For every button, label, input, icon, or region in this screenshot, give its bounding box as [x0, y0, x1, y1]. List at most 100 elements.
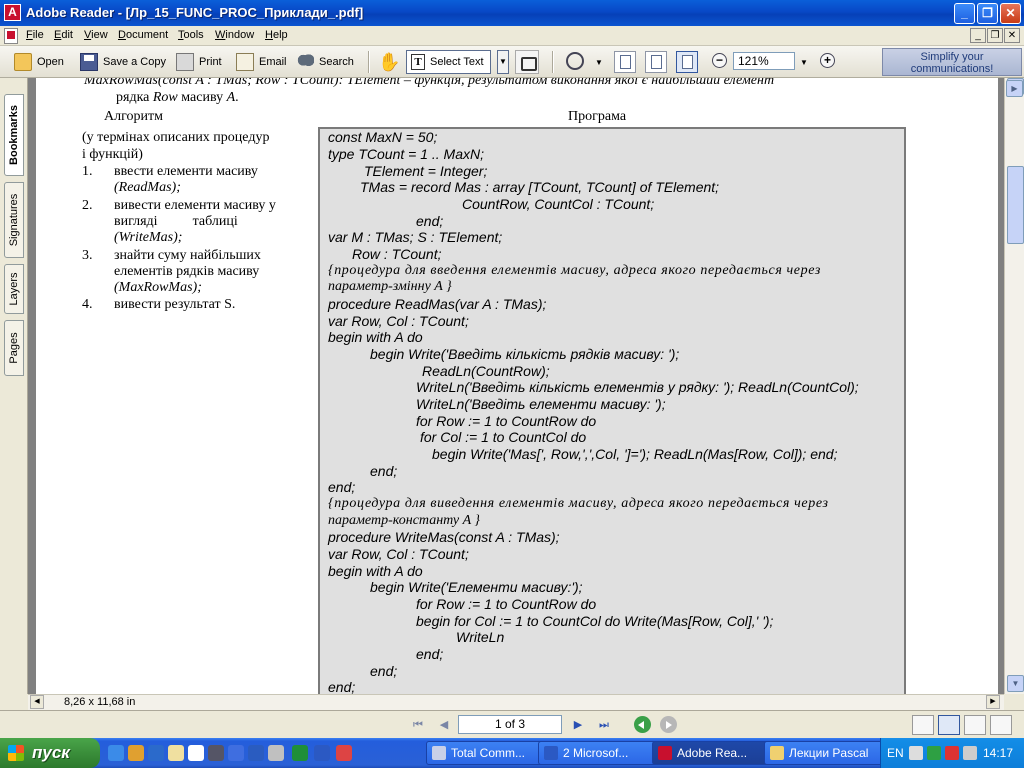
shield-icon[interactable] [945, 746, 959, 760]
access-icon[interactable] [336, 745, 352, 761]
doc-close-button[interactable]: ✕ [1004, 28, 1020, 43]
continuous-facing-layout-icon[interactable] [990, 715, 1012, 735]
clock-app-icon[interactable] [188, 745, 204, 761]
code-line: type TCount = 1 .. MaxN; [328, 146, 485, 162]
close-button[interactable]: ✕ [1000, 3, 1021, 24]
menu-window[interactable]: Window [215, 29, 254, 41]
code-line: begin with A do [328, 329, 423, 345]
document-viewport[interactable]: MaxRowMas(const A : TMas; Row : TCount):… [28, 78, 1004, 694]
zoom-tool-dropdown[interactable]: ▼ [595, 50, 603, 74]
network-icon[interactable] [927, 746, 941, 760]
task-lectures-pascal[interactable]: Лекции Pascal [764, 741, 884, 765]
doc-restore-button[interactable]: ❐ [987, 28, 1003, 43]
email-button[interactable]: Email [236, 50, 287, 74]
zoom-level-input[interactable]: 121% [733, 52, 795, 70]
search-button[interactable]: Search [296, 50, 354, 74]
print-button[interactable]: Print [176, 50, 222, 74]
step-text: знайти суму найбільших [114, 248, 261, 263]
word-doc-icon[interactable] [228, 745, 244, 761]
maximize-button[interactable]: ❐ [977, 3, 998, 24]
vertical-scrollbar[interactable]: ▲ ▼ [1004, 78, 1024, 694]
toolbar-separator [552, 51, 554, 73]
code-line: WriteLn('Введіть елементи масиву: '); [416, 396, 666, 412]
snapshot-tool-icon[interactable] [515, 50, 539, 74]
explorer-icon[interactable] [148, 745, 164, 761]
excel-icon[interactable] [292, 745, 308, 761]
step-text: (WriteMas); [114, 230, 183, 245]
minimize-button[interactable]: _ [954, 3, 975, 24]
outlook-icon[interactable] [248, 745, 264, 761]
scroll-down-button[interactable]: ▼ [1007, 675, 1024, 692]
last-page-button[interactable]: ⏭ [596, 717, 612, 733]
open-button[interactable]: Open [14, 50, 64, 74]
menu-document[interactable]: Document [118, 29, 168, 41]
task-adobe-reader[interactable]: Adobe Rea... [652, 741, 772, 765]
menu-edit[interactable]: Edit [54, 29, 73, 41]
word-icon[interactable] [314, 745, 330, 761]
adobe-reader-icon: A [4, 4, 21, 21]
promo-banner[interactable]: Simplify your communications! [882, 48, 1022, 76]
select-text-tool[interactable]: T Select Text [406, 50, 491, 74]
zoom-level-dropdown[interactable]: ▼ [800, 50, 808, 74]
step-text: (ReadMas); [114, 180, 181, 195]
first-page-button[interactable]: ⏮ [410, 717, 426, 733]
skype-icon[interactable] [108, 745, 124, 761]
single-page-layout-icon[interactable] [912, 715, 934, 735]
document-icon[interactable] [4, 28, 18, 44]
tab-pages[interactable]: Pages [4, 320, 24, 376]
adobe-reader-window: A Adobe Reader - [Лр_15_FUNC_PROC_Прикла… [0, 0, 1024, 738]
previous-view-button[interactable] [634, 716, 651, 733]
tab-signatures[interactable]: Signatures [4, 182, 24, 258]
tab-layers[interactable]: Layers [4, 264, 24, 314]
nav-pane-expand-icon[interactable]: ▶ [1006, 80, 1023, 97]
menu-help[interactable]: Help [265, 29, 288, 41]
media-icon[interactable] [208, 745, 224, 761]
menu-tools[interactable]: Tools [178, 29, 204, 41]
scroll-left-button[interactable]: ◀ [30, 695, 44, 709]
menu-file[interactable]: File [26, 29, 44, 41]
page-number-field[interactable]: 1 of 3 [458, 715, 562, 734]
task-microsoft-word[interactable]: 2 Microsof... [538, 741, 658, 765]
previous-page-button[interactable]: ◀ [436, 717, 452, 733]
algorithm-intro: і функцій) [82, 147, 143, 162]
code-line: end; [370, 463, 398, 479]
menu-view[interactable]: View [84, 29, 108, 41]
fit-page-icon[interactable] [645, 51, 667, 73]
fit-width-icon[interactable] [676, 51, 698, 73]
facing-layout-icon[interactable] [964, 715, 986, 735]
scroll-right-button[interactable]: ▶ [986, 695, 1000, 709]
task-total-commander[interactable]: Total Comm... [426, 741, 546, 765]
algorithm-header: Алгоритм [104, 109, 163, 124]
step-text: ввести елементи масиву [114, 164, 258, 179]
code-line: begin Write('Введіть кількість рядків ма… [370, 346, 680, 362]
quicklaunch-icon[interactable] [128, 745, 144, 761]
actual-size-icon[interactable] [614, 51, 636, 73]
doc-minimize-button[interactable]: _ [970, 28, 986, 43]
windows-taskbar: пуск Total Comm... 2 Microsof... Adobe R… [0, 738, 1024, 768]
code-line: procedure WriteMas(const A : TMas); [328, 529, 560, 545]
continuous-layout-icon[interactable] [938, 715, 960, 735]
save-copy-button[interactable]: Save a Copy [80, 50, 166, 74]
code-line: var M : TMas; S : TElement; [328, 229, 503, 245]
zoom-in-tool-icon[interactable] [566, 52, 584, 70]
horizontal-scrollbar[interactable]: ◀ 8,26 x 11,68 in ▶ [28, 694, 1004, 710]
language-indicator[interactable]: EN [887, 746, 904, 760]
volume-icon[interactable] [963, 746, 977, 760]
folder-icon[interactable] [168, 745, 184, 761]
code-comment: параметр-змінну A } [328, 279, 452, 294]
start-button[interactable]: пуск [0, 738, 100, 768]
scroll-thumb[interactable] [1007, 166, 1024, 244]
tray-icon[interactable] [909, 746, 923, 760]
select-tool-dropdown[interactable]: ▼ [497, 50, 509, 74]
tab-bookmarks[interactable]: Bookmarks [4, 94, 24, 176]
next-page-button[interactable]: ▶ [570, 717, 586, 733]
title-bar[interactable]: A Adobe Reader - [Лр_15_FUNC_PROC_Прикла… [0, 0, 1024, 26]
zoom-in-button[interactable]: + [820, 53, 835, 68]
hand-tool-icon[interactable]: ✋ [378, 50, 400, 74]
next-view-button[interactable] [660, 716, 677, 733]
code-comment: {процедура для введення елементів масиву… [328, 263, 821, 278]
code-line: var Row, Col : TCount; [328, 546, 469, 562]
toolbar-separator [368, 51, 370, 73]
zoom-out-button[interactable]: − [712, 53, 727, 68]
app-icon[interactable] [268, 745, 284, 761]
